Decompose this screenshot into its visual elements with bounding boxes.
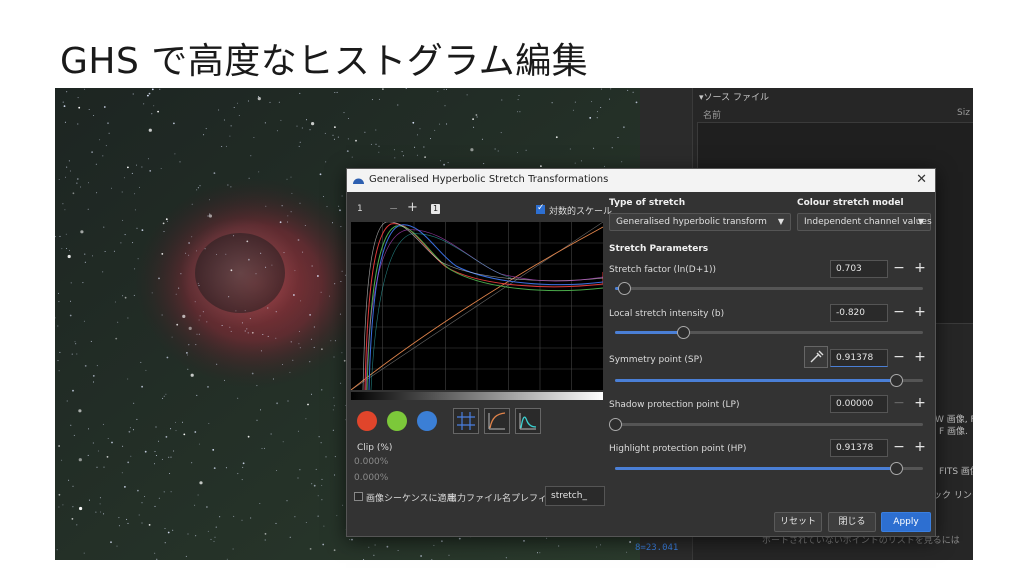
ghs-dialog: Generalised Hyperbolic Stretch Transform…: [346, 168, 936, 537]
app-logo-icon: [353, 178, 364, 184]
param-slider[interactable]: [615, 326, 923, 339]
param-value-input[interactable]: 0.703: [830, 260, 888, 278]
reset-button[interactable]: リセット: [774, 512, 822, 532]
zoom-in-button[interactable]: +: [407, 200, 418, 215]
param-label: Shadow protection point (LP): [609, 400, 740, 410]
prefix-input[interactable]: stretch_: [545, 486, 605, 506]
column-name[interactable]: 名前: [703, 108, 721, 121]
blue-channel-button[interactable]: [417, 411, 437, 431]
slider-handle[interactable]: [890, 374, 904, 387]
channel-badge[interactable]: 1: [431, 204, 440, 214]
source-files-header: ソース ファイル: [703, 93, 769, 103]
gradient-bar: [351, 392, 603, 400]
param-value-input[interactable]: 0.00000: [830, 395, 888, 413]
slider-handle[interactable]: [609, 418, 622, 431]
curve-icon: [488, 412, 506, 430]
curve-toggle-button[interactable]: [484, 408, 510, 434]
param-slider[interactable]: [615, 462, 923, 475]
param-value-input[interactable]: 0.91378: [830, 349, 888, 367]
param-value-input[interactable]: 0.91378: [830, 439, 888, 457]
slider-handle[interactable]: [890, 462, 904, 475]
zoom-value[interactable]: 1: [357, 204, 363, 214]
log-scale-label: 対数的スケール: [549, 207, 613, 217]
slider-handle[interactable]: [618, 282, 632, 295]
apply-button[interactable]: Apply: [881, 512, 931, 532]
increment-button[interactable]: +: [913, 260, 927, 278]
grid-toggle-button[interactable]: [453, 408, 479, 434]
decrement-button[interactable]: −: [892, 395, 906, 413]
increment-button[interactable]: +: [913, 439, 927, 457]
green-channel-button[interactable]: [387, 411, 407, 431]
decrement-button[interactable]: −: [892, 439, 906, 457]
type-of-stretch-value: Generalised hyperbolic transform: [616, 217, 767, 227]
chevron-down-icon: ▼: [917, 217, 924, 226]
sequence-label: 画像シーケンスに適用: [366, 494, 456, 504]
param-slider[interactable]: [615, 374, 923, 387]
param-label: Highlight protection point (HP): [609, 444, 747, 454]
column-size[interactable]: Siz: [957, 108, 970, 118]
increment-button[interactable]: +: [913, 349, 927, 367]
increment-button[interactable]: +: [913, 304, 927, 322]
bg-text-4: ック リンク: [933, 491, 973, 501]
histogram-toggle-button[interactable]: [515, 408, 541, 434]
zoom-out-button[interactable]: −: [389, 202, 398, 215]
param-label: Symmetry point (SP): [609, 355, 703, 365]
stretch-params-label: Stretch Parameters: [609, 244, 709, 254]
clip-high-value: 0.000%: [354, 473, 389, 483]
type-of-stretch-label: Type of stretch: [609, 198, 686, 208]
param-slider[interactable]: [609, 418, 923, 431]
param-label: Stretch factor (ln(D+1)): [609, 265, 716, 275]
chevron-down-icon: ▼: [777, 217, 784, 226]
bg-text-3: FITS 画像: [939, 467, 973, 477]
eyedropper-icon: [810, 350, 824, 363]
param-slider[interactable]: [615, 282, 923, 295]
param-label: Local stretch intensity (b): [609, 309, 725, 319]
close-button[interactable]: 閉じる: [828, 512, 876, 532]
slider-handle[interactable]: [676, 326, 690, 339]
status-readout: 8=23.041: [635, 543, 679, 553]
colour-model-select[interactable]: Independent channel values ▼: [797, 213, 932, 231]
dialog-titlebar[interactable]: Generalised Hyperbolic Stretch Transform…: [347, 169, 935, 192]
clip-label: Clip (%): [357, 443, 393, 453]
slide-title: GHS で高度なヒストグラム編集: [60, 41, 589, 82]
red-channel-button[interactable]: [357, 411, 377, 431]
colour-model-value: Independent channel values: [804, 217, 932, 227]
close-icon[interactable]: ✕: [916, 172, 927, 187]
eyedropper-button[interactable]: [804, 346, 828, 368]
log-scale-checkbox[interactable]: [536, 203, 545, 214]
type-of-stretch-select[interactable]: Generalised hyperbolic transform ▼: [609, 213, 791, 231]
colour-model-label: Colour stretch model: [797, 198, 904, 208]
increment-button[interactable]: +: [913, 395, 927, 413]
dialog-title: Generalised Hyperbolic Stretch Transform…: [369, 174, 609, 185]
grid-icon: [457, 412, 475, 430]
param-value-input[interactable]: -0.820: [830, 304, 888, 322]
clip-low-value: 0.000%: [354, 457, 389, 467]
histogram-icon: [519, 413, 537, 430]
decrement-button[interactable]: −: [892, 304, 906, 322]
histogram-plot: [351, 222, 603, 390]
sequence-checkbox[interactable]: [354, 492, 363, 501]
decrement-button[interactable]: −: [892, 349, 906, 367]
decrement-button[interactable]: −: [892, 260, 906, 278]
bg-text-2: F 画像.: [939, 427, 968, 437]
